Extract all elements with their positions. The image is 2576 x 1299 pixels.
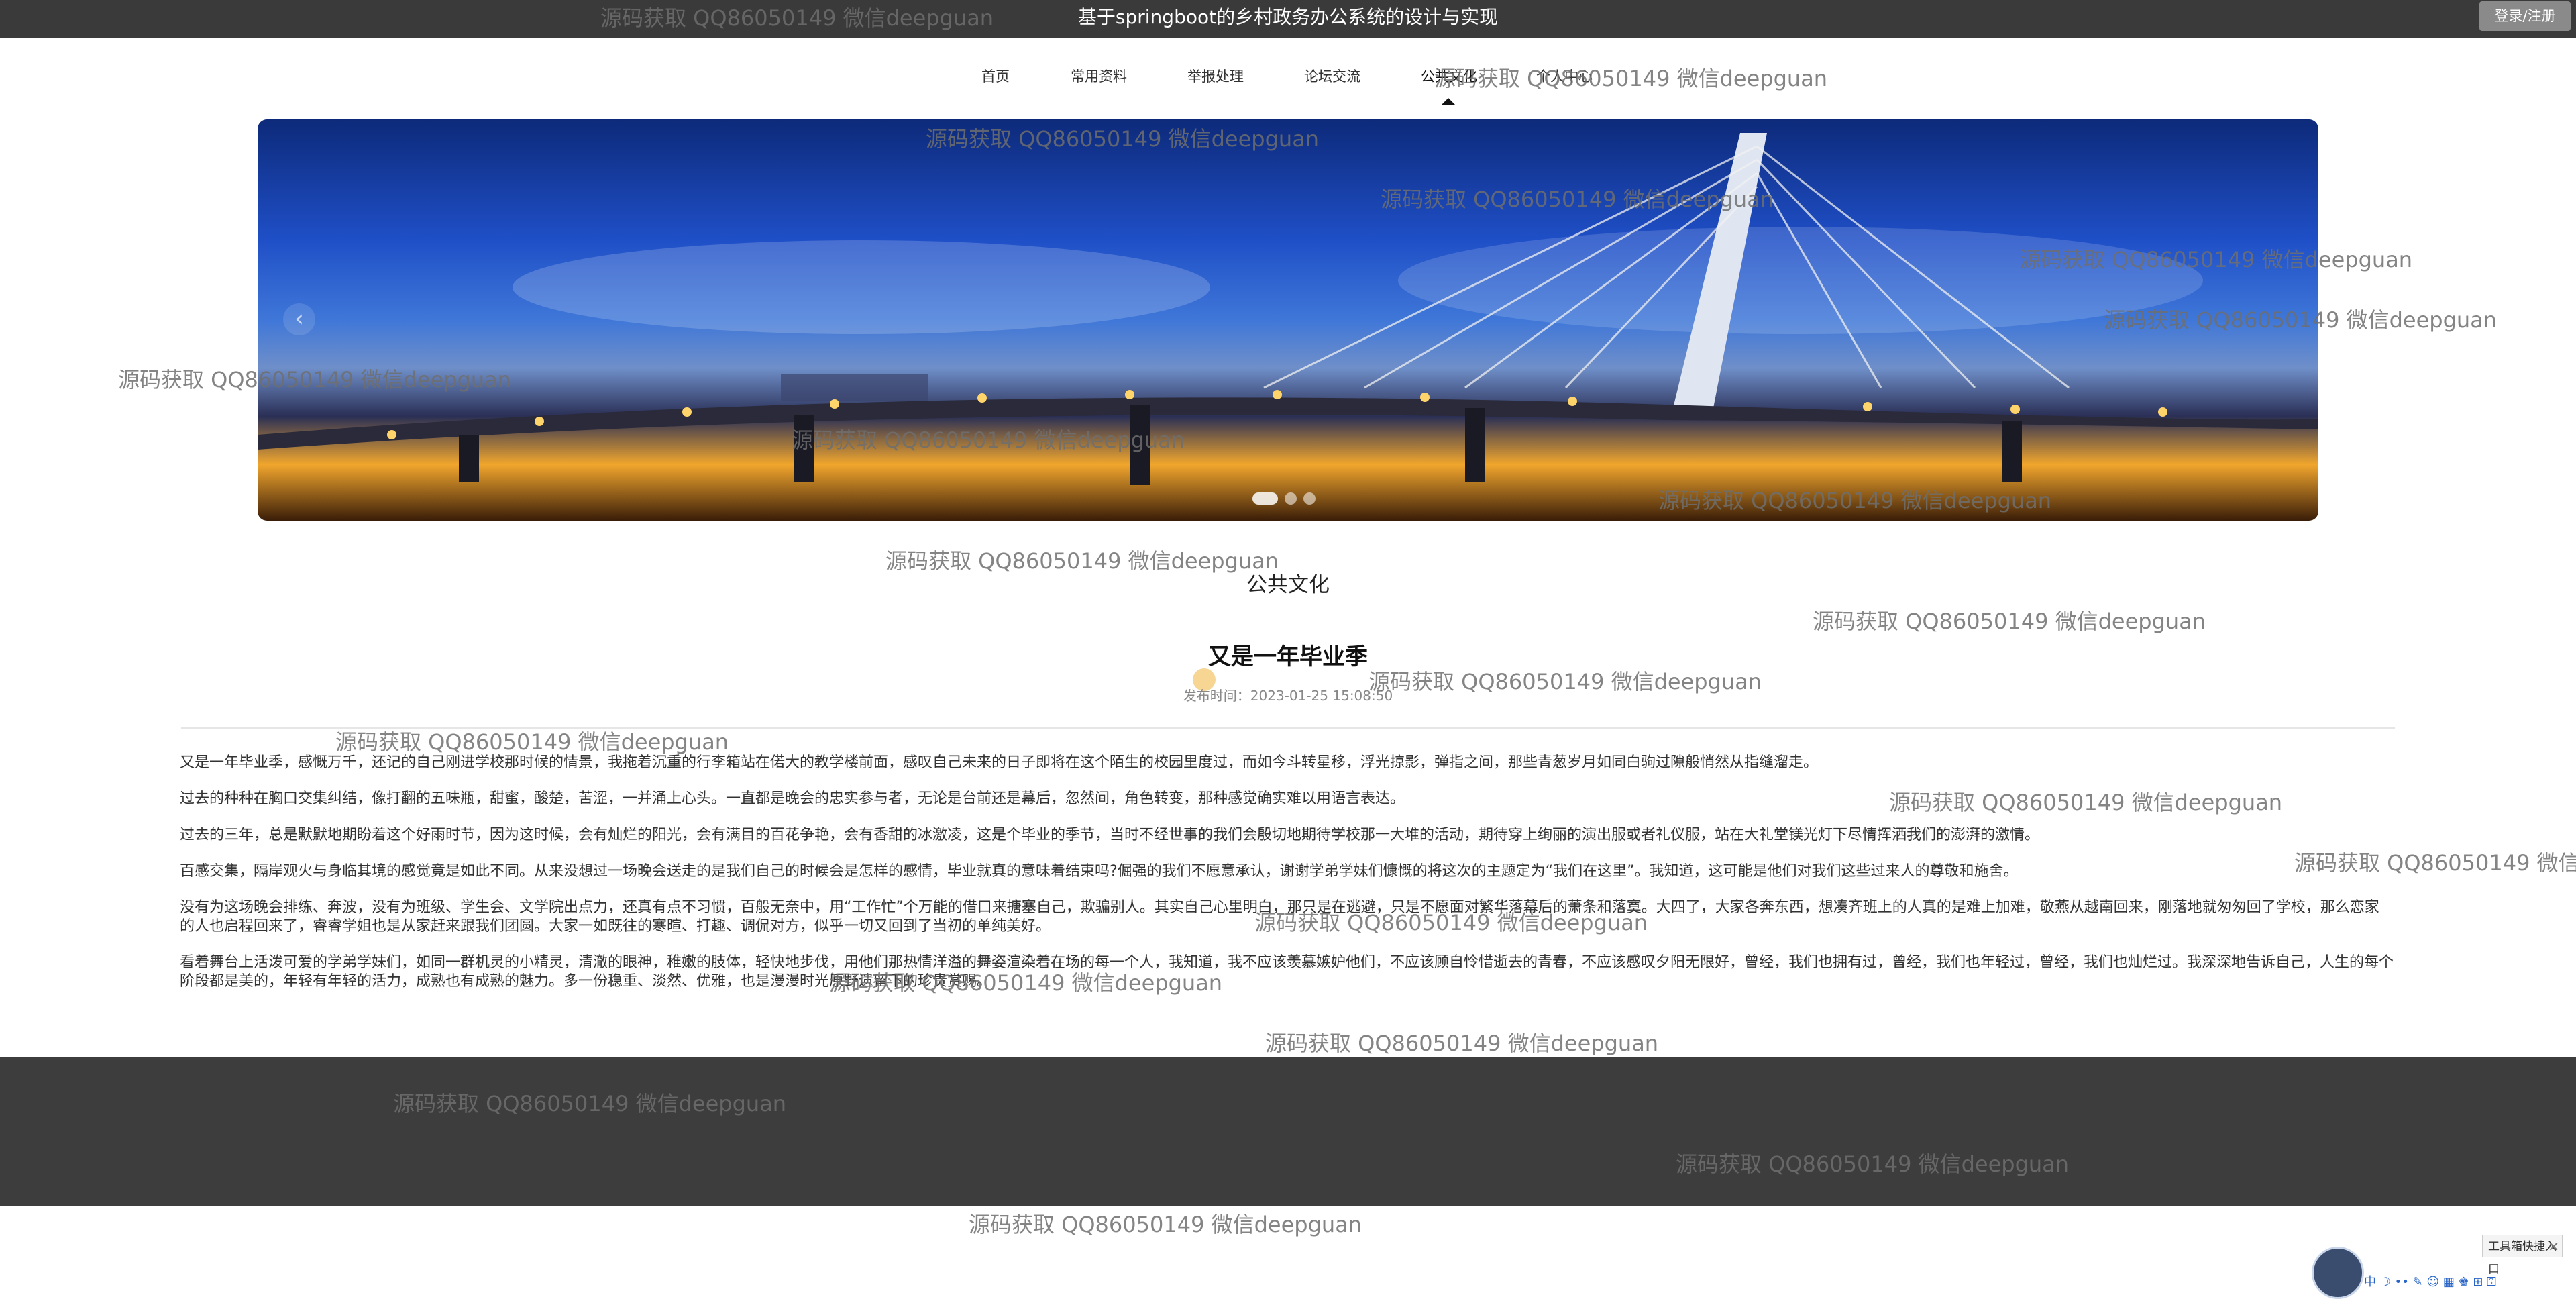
section-title: 公共文化	[1246, 573, 1330, 597]
toolbox-label: 工具箱快捷入口	[2488, 1240, 2557, 1276]
watermark: 源码获取 QQ86050149 微信deepguan	[969, 1212, 1362, 1237]
nav-item-public-culture[interactable]: 公共文化	[1421, 66, 1477, 86]
carousel-dot[interactable]	[1303, 492, 1316, 505]
watermark: 源码获取 QQ86050149 微信deepguan	[335, 729, 729, 755]
article-paragraph: 百感交集，隔岸观火与身临其境的感觉竟是如此不同。从来没想过一场晚会送走的是我们自…	[180, 863, 2019, 880]
nav-item-reports[interactable]: 举报处理	[1187, 66, 1244, 86]
toolbox-shortcut[interactable]: 工具箱快捷入口 ✕	[2482, 1235, 2563, 1276]
login-register-button[interactable]: 登录/注册	[2479, 1, 2571, 31]
active-nav-indicator	[1441, 98, 1456, 105]
watermark: 源码获取 QQ86050149 微信deepguan	[1813, 609, 2206, 634]
article-paragraph: 看着舞台上活泼可爱的学弟学妹们，如同一群机灵的小精灵，清澈的眼神，稚嫩的肢体，轻…	[180, 954, 2394, 990]
nav-item-profile[interactable]: 个人中心	[1536, 66, 1593, 86]
assistant-avatar[interactable]	[2312, 1247, 2364, 1299]
article-body: 又是一年毕业季，感慨万千，还记的自己刚进学校那时候的情景，我拖着沉重的行李箱站在…	[180, 754, 2394, 1008]
nav-item-home[interactable]: 首页	[981, 66, 1010, 86]
banner-carousel[interactable]: ‹	[258, 119, 2318, 521]
watermark: 源码获取 QQ86050149 微信deepguan	[1265, 1031, 1659, 1056]
bridge-image	[258, 133, 2318, 485]
carousel-dot[interactable]	[1285, 492, 1297, 505]
article-paragraph: 过去的种种在胸口交集纠结，像打翻的五味瓶，甜蜜，酸楚，苦涩，一并涌上心头。一直都…	[180, 790, 1405, 807]
top-bar: 基于springboot的乡村政务办公系统的设计与实现 登录/注册	[0, 0, 2576, 38]
nav-item-forum[interactable]: 论坛交流	[1304, 66, 1360, 86]
publish-time: 发布时间：2023-01-25 15:08:50	[1183, 688, 1393, 704]
banner-prev-arrow[interactable]: ‹	[283, 303, 315, 335]
close-icon[interactable]: ✕	[2548, 1235, 2559, 1258]
article-paragraph: 又是一年毕业季，感慨万千，还记的自己刚进学校那时候的情景，我拖着沉重的行李箱站在…	[180, 754, 1819, 771]
main-nav: 首页 常用资料 举报处理 论坛交流 公共文化 个人中心	[0, 66, 2576, 93]
article-title: 又是一年毕业季	[1208, 643, 1368, 670]
divider	[181, 727, 2395, 729]
article-paragraph: 没有为这场晚会排练、奔波，没有为班级、学生会、文学院出点力，还真有点不习惯，百般…	[180, 899, 2379, 935]
footer	[0, 1057, 2576, 1206]
nav-item-resources[interactable]: 常用资料	[1071, 66, 1127, 86]
site-title: 基于springboot的乡村政务办公系统的设计与实现	[1077, 6, 1499, 28]
article-paragraph: 过去的三年，总是默默地期盼着这个好雨时节，因为这时候，会有灿烂的阳光，会有满目的…	[180, 827, 2040, 843]
ime-toolbar-icons[interactable]: 中 ☽ •• ✎ ☺ ▦ ♚ ⊞ ⚿	[2364, 1272, 2496, 1290]
carousel-dot[interactable]	[1252, 492, 1278, 505]
